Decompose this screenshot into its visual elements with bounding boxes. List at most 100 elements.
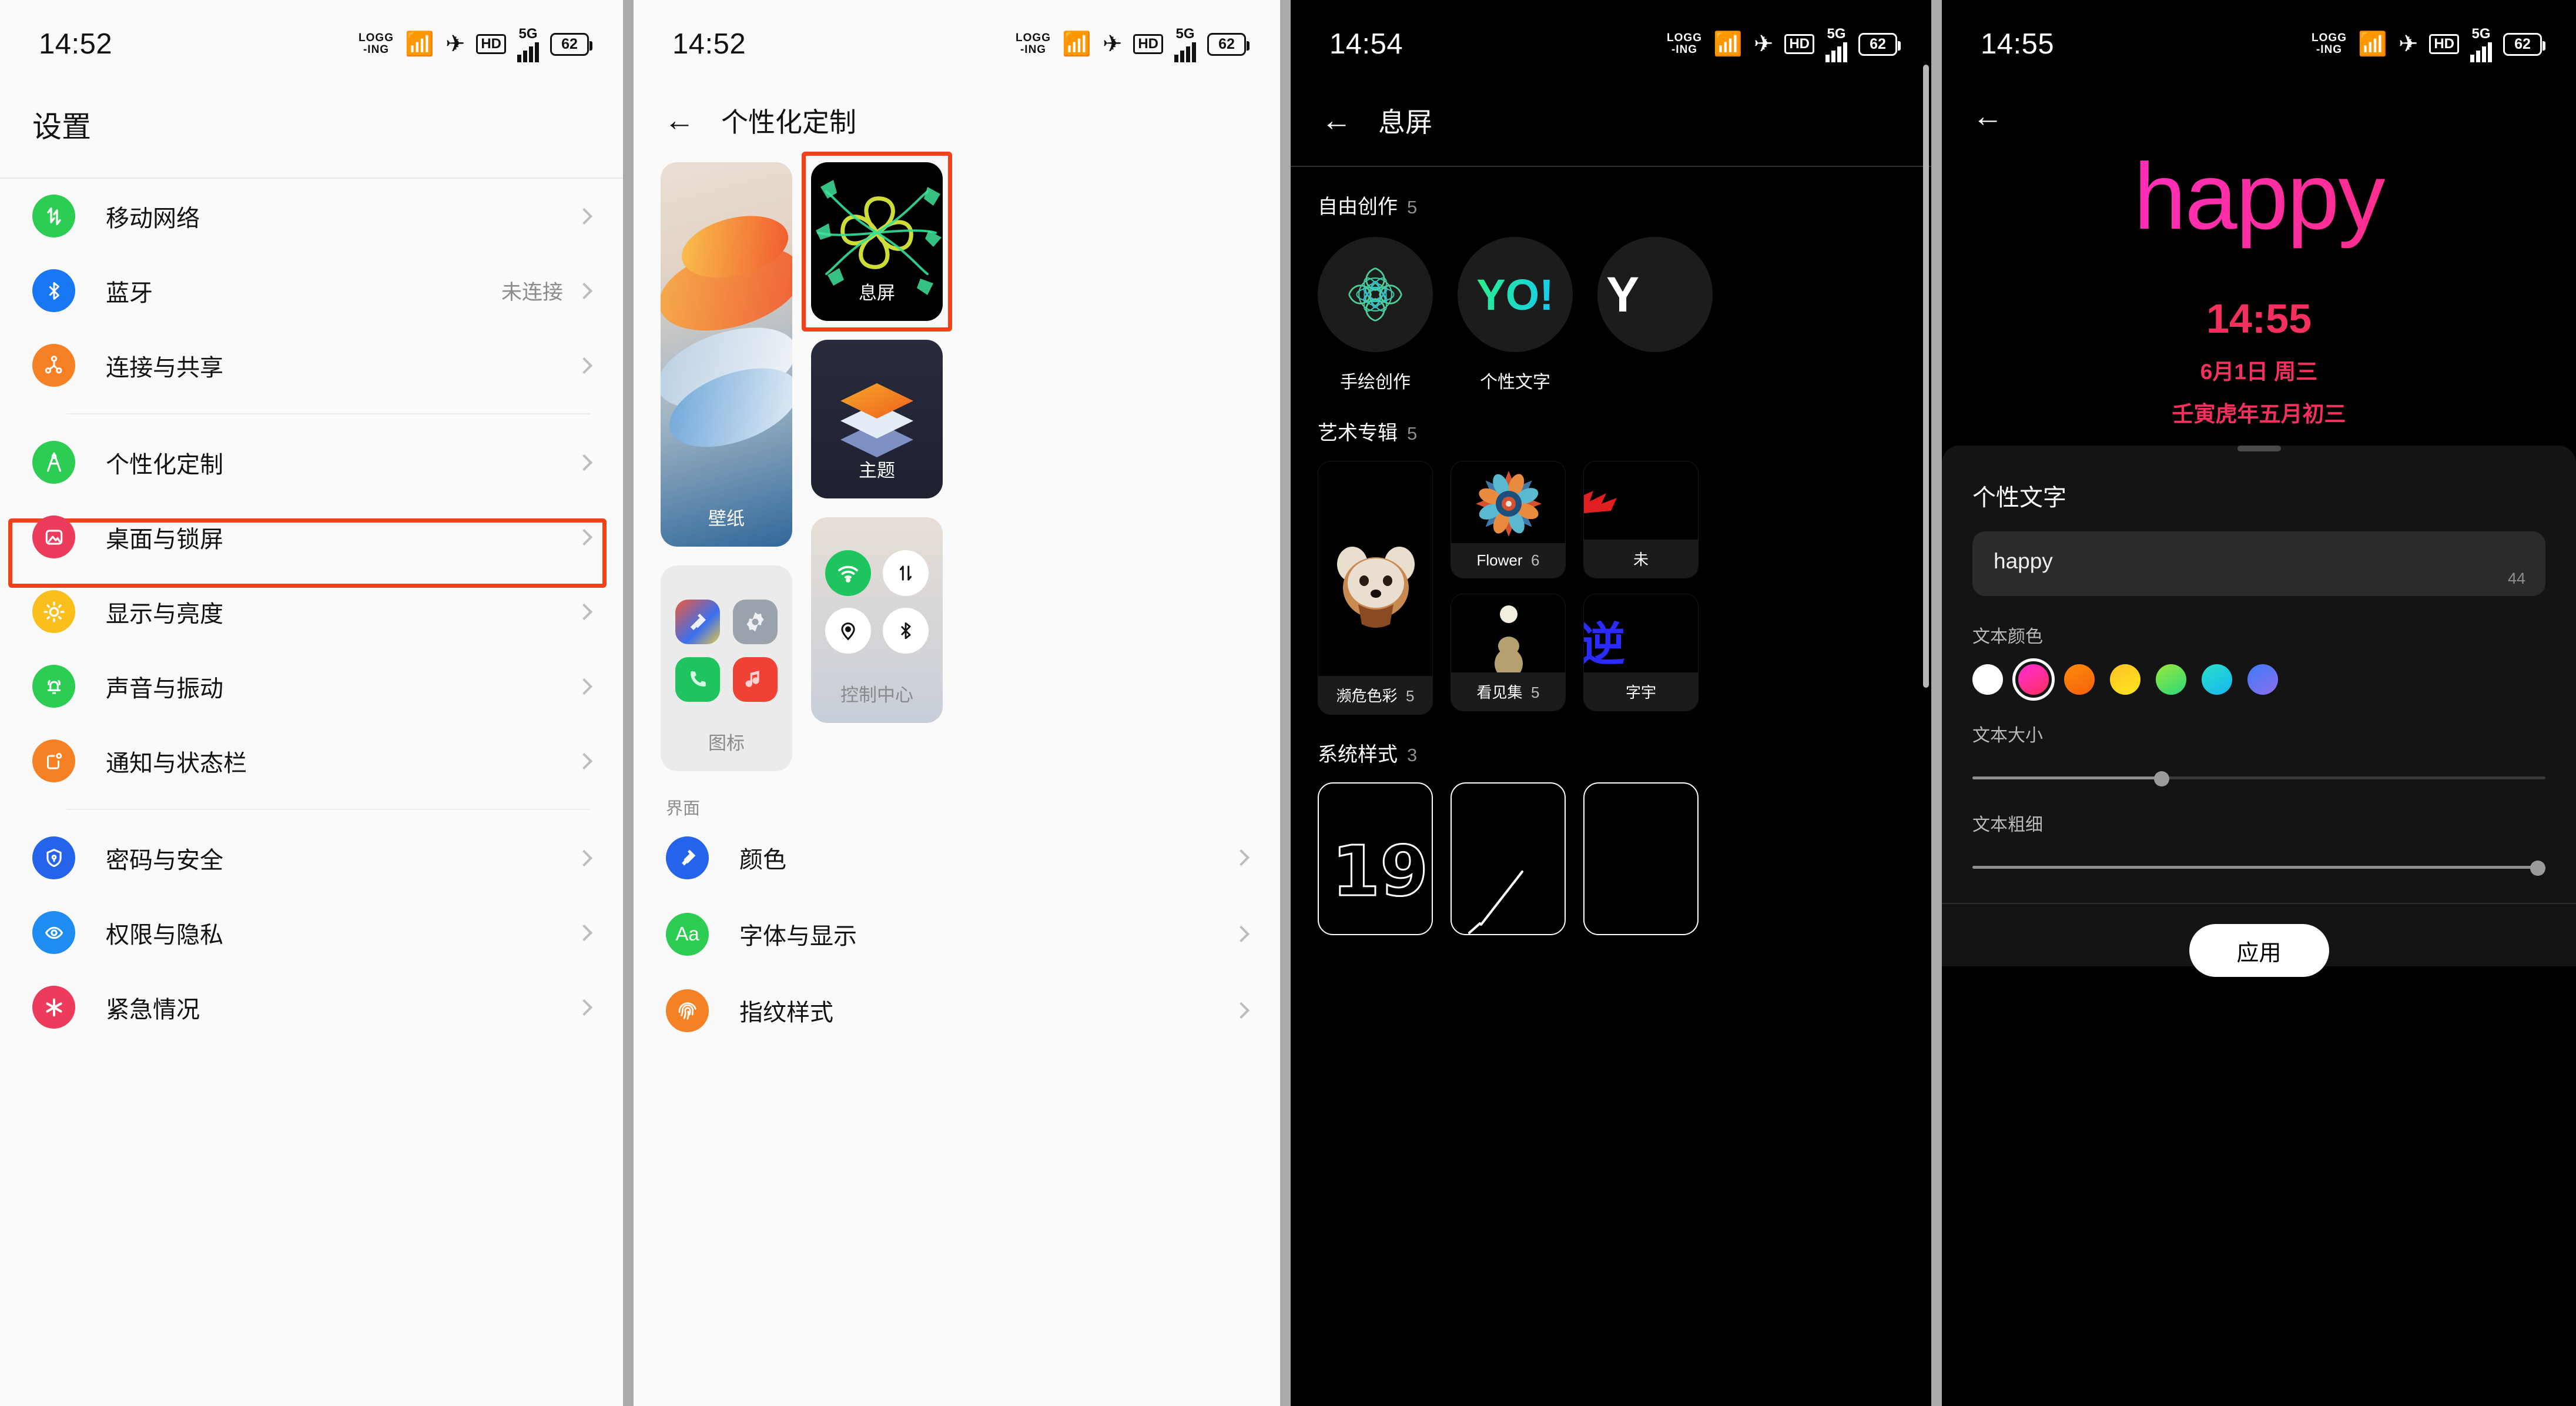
handdraw-preview — [1318, 237, 1433, 352]
control-center-card[interactable]: 控制中心 — [811, 517, 943, 723]
partial-item[interactable]: Y — [1597, 237, 1713, 393]
card-label: 控制中心 — [840, 685, 913, 705]
list-item-fingerprint-style[interactable]: 指纹样式 — [634, 972, 1280, 1049]
back-arrow-icon[interactable]: ← — [664, 105, 695, 136]
text-weight-slider[interactable] — [1972, 861, 2545, 876]
color-swatch-blue[interactable] — [2247, 664, 2278, 695]
card-label: 图标 — [708, 733, 745, 754]
battery-icon: 62 — [1858, 32, 1901, 56]
partial-card-2[interactable]: 逆 字宇 — [1583, 594, 1699, 711]
char-counter: 44 — [2507, 570, 2525, 587]
hd-icon: HD — [1784, 34, 1814, 54]
apply-button[interactable]: 应用 — [2189, 924, 2329, 977]
security-shield-icon — [32, 836, 75, 879]
slider-knob[interactable] — [2153, 771, 2169, 786]
wifi-icon: ✈ — [1753, 31, 1774, 57]
wallpaper-card[interactable]: 壁纸 — [661, 162, 792, 547]
interface-list: 颜色 Aa 字体与显示 指纹样式 — [634, 819, 1280, 1049]
chevron-right-icon — [1232, 1002, 1250, 1019]
emergency-icon — [32, 986, 75, 1029]
bluetooth-icon: 📶 — [1062, 31, 1091, 57]
art-card-label: 未 — [1584, 540, 1698, 578]
chevron-right-icon — [575, 207, 593, 225]
sidebar-item-sound-vibration[interactable]: 声音与振动 — [0, 649, 623, 724]
color-swatch-orange[interactable] — [2064, 664, 2095, 695]
text-size-slider[interactable] — [1972, 771, 2545, 786]
art-card-label: 濒危色彩 5 — [1318, 676, 1432, 714]
location-toggle — [825, 608, 871, 654]
page-title: 个性化定制 — [721, 107, 856, 138]
list-item-color[interactable]: 颜色 — [634, 819, 1280, 896]
font-icon: Aa — [666, 912, 709, 956]
sidebar-item-desktop-lockscreen[interactable]: 桌面与锁屏 — [0, 500, 623, 574]
chevron-right-icon — [575, 528, 593, 545]
wallpaper-lockscreen-icon — [32, 515, 75, 558]
section-art-album: 艺术专辑 5 — [1291, 393, 1931, 446]
wifi-toggle — [825, 550, 871, 596]
slider-fill — [1972, 776, 2162, 779]
panel-aod-gallery: 14:54 LOGG -ING 📶 ✈ HD 5G 62 ← 息屏 自由创作 5… — [1291, 0, 1931, 1406]
partial-card-1[interactable]: 未 — [1583, 461, 1699, 578]
custom-text-preview: YO! — [1458, 237, 1573, 352]
color-swatch-cyan[interactable] — [2202, 664, 2232, 695]
text-input-field[interactable]: happy 44 — [1972, 531, 2545, 596]
sys-style-3[interactable] — [1583, 782, 1699, 935]
sidebar-item-notification-statusbar[interactable]: 通知与状态栏 — [0, 724, 623, 798]
chevron-right-icon — [575, 282, 593, 299]
sidebar-item-label: 权限与隐私 — [106, 922, 223, 948]
sheet-grabber[interactable] — [2237, 446, 2281, 451]
color-swatch-magenta[interactable] — [2012, 658, 2055, 701]
partial-preview-glyph: Y — [1606, 266, 1640, 322]
sidebar-item-connect-share[interactable]: 连接与共享 — [0, 328, 623, 403]
section-count: 5 — [1407, 197, 1418, 217]
section-title: 艺术专辑 — [1318, 422, 1398, 444]
chevron-right-icon — [575, 752, 593, 769]
music-app-icon — [733, 657, 778, 702]
sidebar-item-label: 密码与安全 — [106, 847, 223, 873]
aod-card[interactable]: 息屏 — [811, 162, 943, 321]
sidebar-item-mobile-network[interactable]: 移动网络 — [0, 179, 623, 253]
sys-style-1[interactable]: 19 — [1318, 782, 1433, 935]
aod-preview-text: happy — [1942, 132, 2576, 250]
partial-item-preview: Y — [1597, 237, 1713, 352]
theme-card[interactable]: 主题 — [811, 340, 943, 498]
battery-icon: 62 — [550, 32, 592, 56]
sidebar-item-bluetooth[interactable]: 蓝牙 未连接 — [0, 253, 623, 328]
bluetooth-icon: 📶 — [405, 31, 434, 57]
seen-collection-card[interactable]: 看见集 5 — [1451, 594, 1566, 711]
hd-icon: HD — [2429, 34, 2459, 54]
color-swatch-white[interactable] — [1972, 664, 2003, 695]
sidebar-item-display-brightness[interactable]: 显示与亮度 — [0, 574, 623, 649]
color-swatch-yellow[interactable] — [2110, 664, 2140, 695]
logging-icon: LOGG -ING — [1016, 32, 1051, 56]
panel-gap — [623, 0, 634, 1406]
sidebar-item-emergency[interactable]: 紧急情况 — [0, 970, 623, 1045]
sidebar-item-label: 紧急情况 — [106, 996, 200, 1023]
back-arrow-icon[interactable]: ← — [1321, 105, 1352, 136]
control-center-toggles — [811, 517, 943, 654]
logging-icon: LOGG -ING — [1667, 32, 1702, 56]
screenshot-strip: 14:52 LOGG -ING 📶 ✈ HD 5G 62 设置 移动网络 蓝牙 … — [0, 0, 2576, 1406]
vertical-scrollbar[interactable] — [1923, 65, 1929, 688]
endangered-colors-card[interactable]: 濒危色彩 5 — [1318, 461, 1433, 715]
color-swatch-green[interactable] — [2156, 664, 2186, 695]
back-arrow-icon[interactable]: ← — [1972, 101, 2576, 132]
sys-style-2[interactable] — [1451, 782, 1566, 935]
sidebar-item-label: 声音与振动 — [106, 675, 223, 702]
handdraw-item[interactable]: 手绘创作 — [1318, 237, 1433, 393]
wifi-icon: ✈ — [2398, 31, 2418, 57]
icons-card[interactable]: 图标 — [661, 565, 792, 771]
panel-settings: 14:52 LOGG -ING 📶 ✈ HD 5G 62 设置 移动网络 蓝牙 … — [0, 0, 623, 1406]
sidebar-item-personalization[interactable]: 个性化定制 — [0, 425, 623, 500]
sidebar-item-permissions-privacy[interactable]: 权限与隐私 — [0, 895, 623, 970]
sidebar-item-password-security[interactable]: 密码与安全 — [0, 821, 623, 895]
custom-text-item[interactable]: YO! 个性文字 — [1458, 237, 1573, 393]
aod-date: 6月1日 周三 — [2200, 360, 2318, 384]
personalization-cards: 壁纸 图标 息屏 主题 控制中心 — [634, 140, 1280, 771]
list-divider — [66, 413, 590, 414]
slider-knob[interactable] — [2530, 861, 2545, 876]
flower-card[interactable]: Flower 6 — [1451, 461, 1566, 578]
art-card-label: 看见集 5 — [1451, 672, 1565, 711]
signal-bars-icon: 5G — [2470, 26, 2492, 62]
list-item-font-display[interactable]: Aa 字体与显示 — [634, 896, 1280, 972]
